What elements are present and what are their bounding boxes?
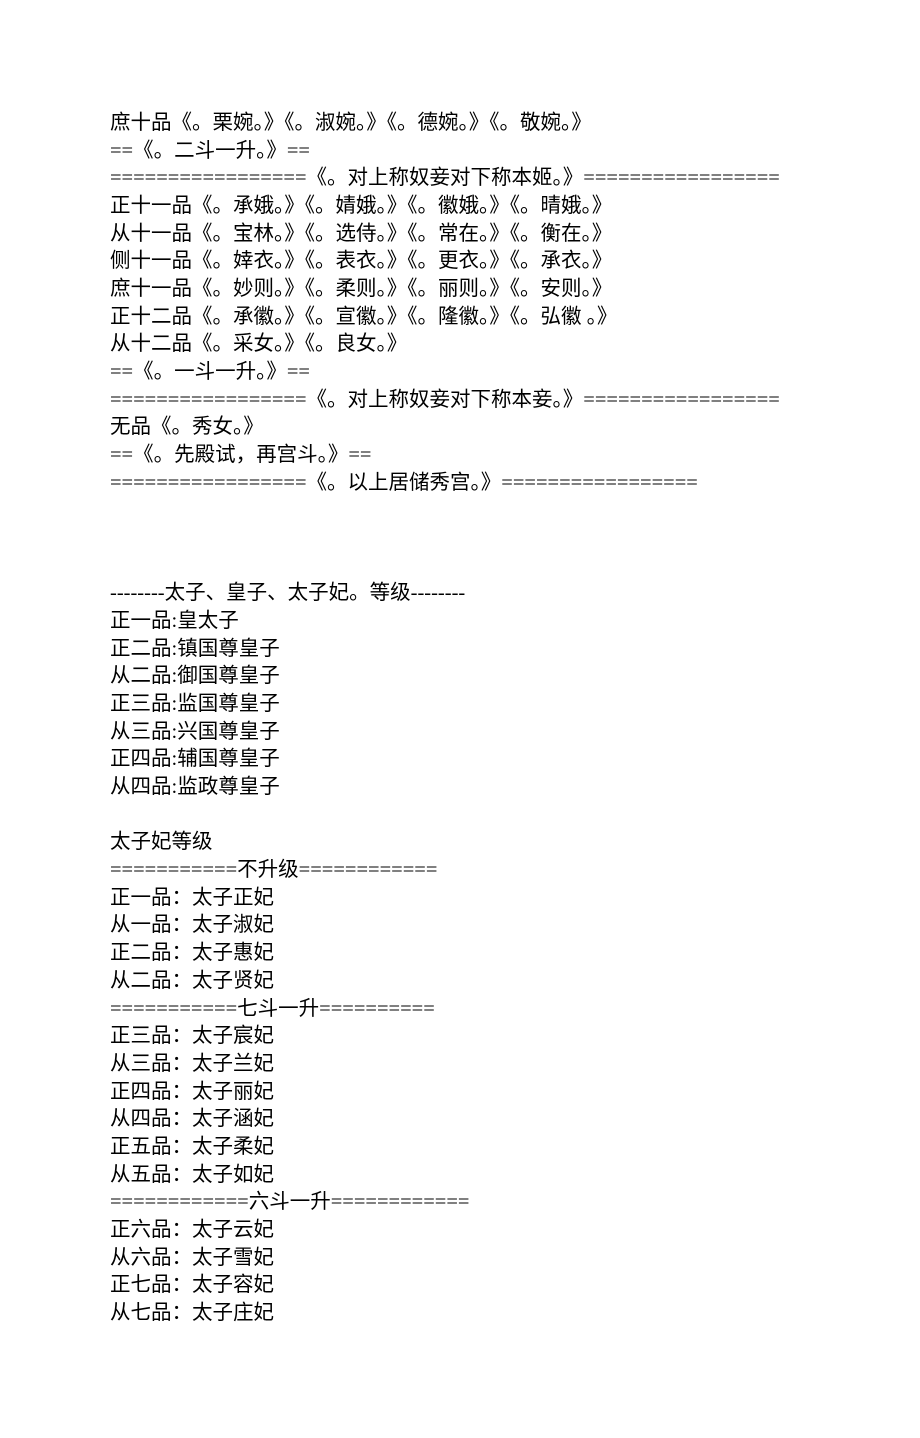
- text-line: [110, 497, 810, 525]
- text-line: 无品《。秀女。》: [110, 414, 810, 442]
- text-line: ===========七斗一升==========: [110, 996, 810, 1024]
- text-line: 从十二品《。采女。》《。良女。》: [110, 331, 810, 359]
- text-line: ============六斗一升============: [110, 1189, 810, 1217]
- text-line: 庶十一品《。妙则。》《。柔则。》《。丽则。》《。安则。》: [110, 276, 810, 304]
- text-line: 从二品：太子贤妃: [110, 968, 810, 996]
- text-line: 太子妃等级: [110, 829, 810, 857]
- text-line: 从二品:御国尊皇子: [110, 663, 810, 691]
- document-body: 庶十品《。栗婉。》《。淑婉。》《。德婉。》《。敬婉。》==《。二斗一升。》===…: [110, 110, 810, 1328]
- text-line: ===========不升级============: [110, 857, 810, 885]
- text-line: 从四品：太子涵妃: [110, 1106, 810, 1134]
- text-line: 从六品：太子雪妃: [110, 1245, 810, 1273]
- text-line: [110, 525, 810, 553]
- text-line: ==《。二斗一升。》==: [110, 138, 810, 166]
- text-line: ==《。一斗一升。》==: [110, 359, 810, 387]
- text-line: [110, 802, 810, 830]
- text-line: 正四品:辅国尊皇子: [110, 746, 810, 774]
- text-line: 正一品:皇太子: [110, 608, 810, 636]
- text-line: 正二品：太子惠妃: [110, 940, 810, 968]
- text-line: 侧十一品《。婞衣。》《。表衣。》《。更衣。》《。承衣。》: [110, 248, 810, 276]
- text-line: 正一品：太子正妃: [110, 885, 810, 913]
- text-line: 从三品：太子兰妃: [110, 1051, 810, 1079]
- text-line: 庶十品《。栗婉。》《。淑婉。》《。德婉。》《。敬婉。》: [110, 110, 810, 138]
- text-line: 正十二品《。承徽。》《。宣徽。》《。隆徽。》《。弘徽 。》: [110, 304, 810, 332]
- text-line: 正六品：太子云妃: [110, 1217, 810, 1245]
- text-line: 从三品:兴国尊皇子: [110, 719, 810, 747]
- text-line: =================《。对上称奴妾对下称本妾。》=========…: [110, 387, 810, 415]
- text-line: 从五品：太子如妃: [110, 1162, 810, 1190]
- text-line: 正四品：太子丽妃: [110, 1079, 810, 1107]
- text-line: 从一品：太子淑妃: [110, 912, 810, 940]
- text-line: =================《。对上称奴妾对下称本姬。》=========…: [110, 165, 810, 193]
- text-line: [110, 553, 810, 581]
- text-line: 从四品:监政尊皇子: [110, 774, 810, 802]
- text-line: 正二品:镇国尊皇子: [110, 636, 810, 664]
- text-line: 正三品：太子宸妃: [110, 1023, 810, 1051]
- text-line: 正十一品《。承娥。》《。婧娥。》《。徽娥。》《。晴娥。》: [110, 193, 810, 221]
- text-line: 从七品：太子庄妃: [110, 1300, 810, 1328]
- text-line: --------太子、皇子、太子妃。等级--------: [110, 580, 810, 608]
- text-line: 正五品：太子柔妃: [110, 1134, 810, 1162]
- text-line: ==《。先殿试，再宫斗。》==: [110, 442, 810, 470]
- text-line: 正七品：太子容妃: [110, 1272, 810, 1300]
- text-line: 正三品:监国尊皇子: [110, 691, 810, 719]
- text-line: =================《。以上居储秀宫。》=============…: [110, 470, 810, 498]
- text-line: 从十一品《。宝林。》《。选侍。》《。常在。》《。衡在。》: [110, 221, 810, 249]
